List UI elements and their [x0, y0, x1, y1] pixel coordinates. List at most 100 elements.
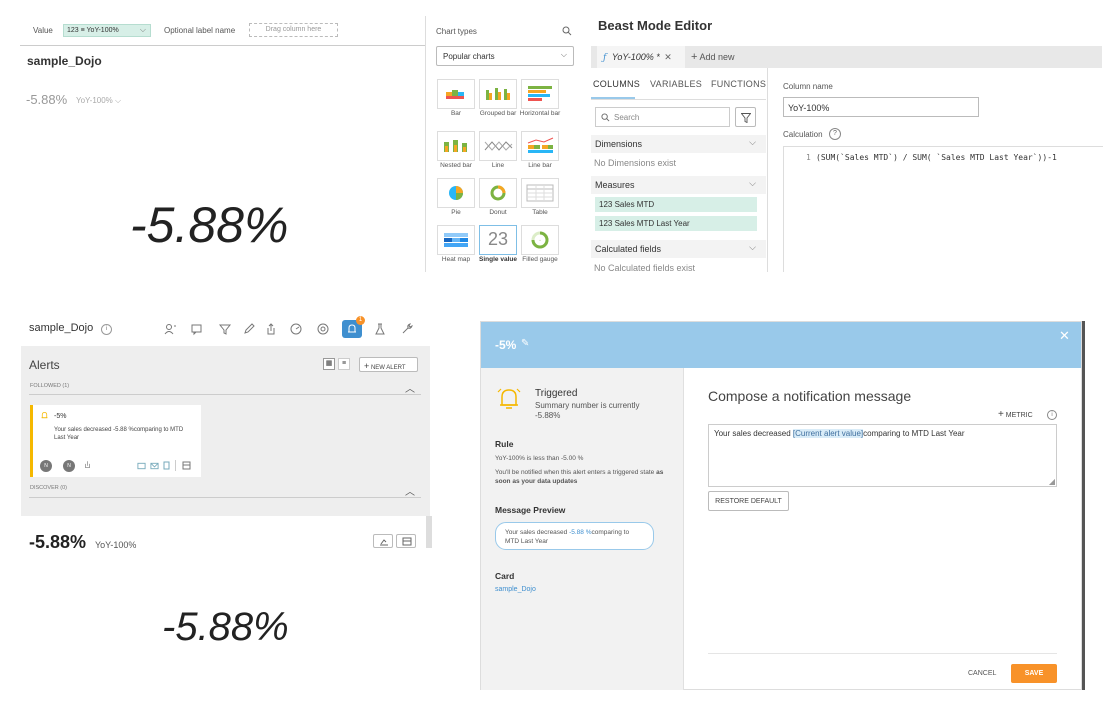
add-new-button[interactable]: + Add new — [691, 51, 734, 63]
modal-scrollbar[interactable] — [1082, 321, 1085, 690]
tab-columns[interactable]: COLUMNS — [593, 79, 640, 89]
filter-icon[interactable] — [218, 322, 232, 336]
value-chip[interactable]: 123 ≡ YoY-100% ⌵ — [63, 24, 151, 37]
close-icon[interactable]: ✕ — [664, 52, 672, 62]
export-icon[interactable] — [264, 322, 278, 336]
comment-icon[interactable] — [190, 322, 204, 336]
chart-type-heat-map[interactable] — [437, 225, 475, 255]
target-icon[interactable] — [316, 322, 330, 336]
card-icon[interactable] — [182, 461, 191, 470]
chart-type-table[interactable] — [521, 178, 559, 208]
column-search-input[interactable]: Search — [595, 107, 730, 127]
chevron-up-icon[interactable]: ︿ — [405, 483, 415, 498]
chart-type-label: Donut — [489, 209, 507, 216]
flask-icon[interactable] — [373, 322, 387, 336]
edit-pencil-icon[interactable] — [242, 322, 256, 336]
avatar: N — [63, 460, 75, 472]
restore-default-button[interactable]: RESTORE DEFAULT — [708, 491, 789, 511]
close-icon[interactable]: ✕ — [1059, 328, 1070, 344]
notification-channel-icon[interactable] — [137, 462, 146, 470]
plus-icon: + — [998, 409, 1004, 420]
divider — [175, 460, 176, 471]
share-icon[interactable] — [83, 460, 92, 469]
column-name-input[interactable]: YoY-100% — [783, 97, 979, 117]
card-link[interactable]: sample_Dojo — [495, 586, 536, 593]
function-icon: ƒ — [603, 53, 607, 63]
share-user-icon[interactable] — [163, 322, 177, 336]
chart-type-line[interactable] — [479, 131, 517, 161]
avatar: N — [40, 460, 52, 472]
cancel-button[interactable]: CANCEL — [968, 670, 996, 677]
new-alert-button[interactable]: + NEW ALERT — [359, 357, 418, 372]
resize-handle-icon[interactable]: ◢ — [1049, 477, 1055, 487]
calculated-fields-section[interactable]: Calculated fields ⌵ — [591, 240, 766, 258]
divider — [29, 394, 421, 395]
tab-functions[interactable]: FUNCTIONS — [711, 79, 766, 89]
list-view-button[interactable]: ≡ — [338, 358, 350, 370]
chart-type-donut[interactable] — [479, 178, 517, 208]
summary-metric[interactable]: YoY-100% ⌵ — [76, 96, 121, 106]
chart-types-title: Chart types — [436, 27, 477, 36]
grid-icon: ▦ — [325, 360, 333, 367]
value-label: Value — [33, 26, 53, 35]
chart-type-line-bar[interactable] — [521, 131, 559, 161]
chart-type-grouped-bar[interactable] — [479, 79, 517, 109]
chart-type-nested-bar[interactable] — [437, 131, 475, 161]
save-button[interactable]: SAVE — [1011, 664, 1057, 683]
alert-description: Your sales decreased -5.88 %comparing to… — [54, 427, 184, 441]
table-view-button[interactable] — [396, 534, 416, 548]
insert-metric-button[interactable]: + METRIC — [998, 409, 1033, 420]
filter-button[interactable] — [735, 107, 756, 127]
chart-type-single-value[interactable]: 23 — [479, 225, 517, 255]
summary-metric-label: YoY-100% — [76, 96, 113, 105]
info-icon[interactable]: i — [101, 324, 112, 335]
alert-card[interactable]: -5% Your sales decreased -5.88 %comparin… — [30, 405, 201, 477]
grid-view-button[interactable]: ▦ — [323, 358, 335, 370]
chart-type-bar[interactable] — [437, 79, 475, 109]
info-icon[interactable]: i — [1047, 410, 1057, 420]
chart-type-label: Table — [532, 209, 548, 216]
chart-type-filled-gauge[interactable]: ◦ — [521, 225, 559, 255]
chart-type-horizontal-bar[interactable] — [521, 79, 559, 109]
calculation-label: Calculation — [783, 130, 823, 139]
mobile-icon[interactable] — [163, 461, 170, 470]
wrench-icon[interactable] — [400, 322, 414, 336]
measure-item[interactable]: 123 Sales MTD Last Year — [595, 216, 757, 231]
preview-heading: Message Preview — [495, 505, 566, 515]
edit-pencil-icon[interactable]: ✎ — [521, 338, 529, 349]
email-icon[interactable] — [150, 462, 159, 470]
help-icon[interactable]: ? — [829, 128, 841, 140]
search-icon[interactable] — [562, 26, 572, 36]
modal-header: -5% ✎ ✕ — [481, 322, 1081, 368]
optional-label-text: Optional label name — [164, 26, 236, 35]
chart-type-label: Filled gauge — [522, 256, 558, 263]
nested-bar-icon — [444, 140, 467, 152]
message-textarea[interactable]: Your sales decreased [Current alert valu… — [708, 424, 1057, 487]
restore-default-label: RESTORE DEFAULT — [715, 498, 782, 505]
chart-view-button[interactable] — [373, 534, 393, 548]
message-text: comparing to MTD Last Year — [863, 429, 965, 438]
rule-text: YoY-100% is less than -5.00 % — [495, 455, 584, 462]
dimensions-section[interactable]: Dimensions ⌵ — [591, 135, 766, 153]
alerts-scrollbar[interactable] — [426, 516, 432, 548]
chart-type-label: Grouped bar — [479, 110, 517, 117]
tab-variables[interactable]: VARIABLES — [650, 79, 702, 89]
filter-icon — [741, 113, 751, 123]
measures-section[interactable]: Measures ⌵ — [591, 176, 766, 194]
chart-type-label: Line — [491, 162, 505, 169]
chart-type-label: Horizontal bar — [519, 110, 561, 117]
chart-type-pie[interactable] — [437, 178, 475, 208]
message-token: [Current alert value] — [792, 429, 864, 438]
table-icon — [526, 184, 554, 202]
calculation-editor[interactable]: 1 (SUM(`Sales MTD`) / SUM( `Sales MTD La… — [783, 146, 1103, 272]
formula-tab[interactable]: ƒ YoY-100% * ✕ — [597, 46, 685, 68]
drag-column-dropzone[interactable]: Drag column here — [249, 23, 338, 37]
chevron-down-icon: ⌵ — [560, 50, 567, 59]
dimensions-label: Dimensions — [595, 139, 643, 149]
measure-item-label: 123 Sales MTD — [599, 200, 655, 209]
gauge-icon[interactable] — [289, 322, 303, 336]
formula-text: (SUM(`Sales MTD`) / SUM( `Sales MTD Last… — [816, 153, 1057, 162]
chevron-up-icon[interactable]: ︿ — [405, 380, 415, 395]
chart-category-dropdown[interactable]: Popular charts ⌵ — [436, 46, 574, 66]
measure-item[interactable]: 123 Sales MTD — [595, 197, 757, 212]
